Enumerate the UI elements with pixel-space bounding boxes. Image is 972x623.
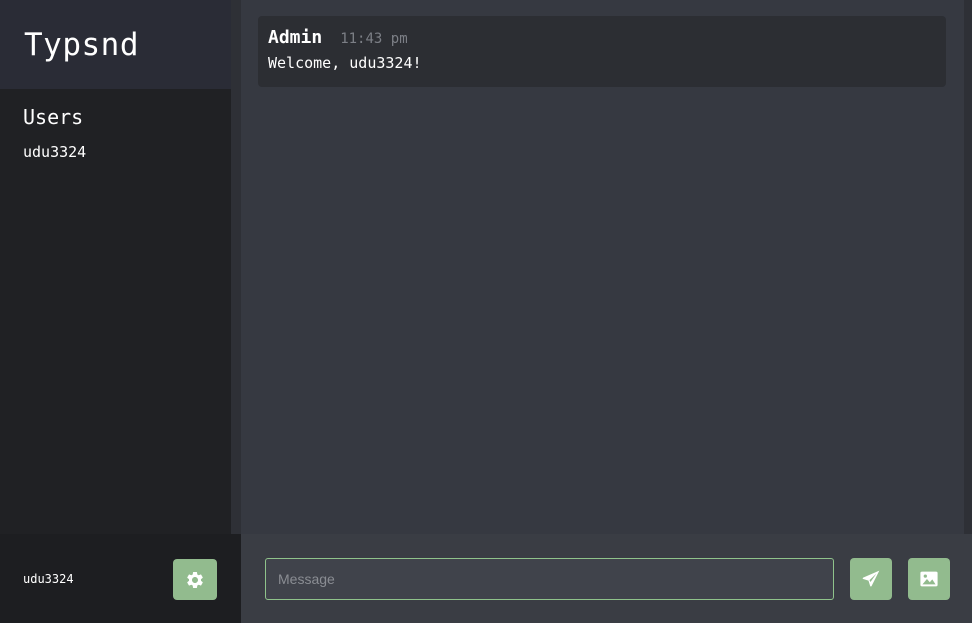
chat-message: Admin 11:43 pm Welcome, udu3324!	[258, 16, 946, 87]
current-user-panel: udu3324	[0, 534, 241, 623]
image-icon	[919, 570, 939, 588]
sidebar-divider	[231, 0, 241, 534]
sidebar: Typsnd Users udu3324	[0, 0, 231, 534]
gear-icon	[185, 570, 205, 590]
send-button[interactable]	[850, 558, 892, 600]
message-timestamp: 11:43 pm	[340, 31, 408, 47]
message-composer	[241, 534, 972, 623]
chat-messages-area[interactable]: Admin 11:43 pm Welcome, udu3324!	[241, 0, 964, 534]
upload-image-button[interactable]	[908, 558, 950, 600]
app-window: Typsnd Users udu3324 Admin 11:43 pm Welc…	[0, 0, 972, 623]
user-list-item: udu3324	[23, 143, 87, 161]
message-header: Admin 11:43 pm	[268, 27, 936, 48]
user-list: udu3324	[23, 143, 231, 161]
message-author: Admin	[268, 27, 323, 48]
message-input[interactable]	[265, 558, 834, 600]
message-text: Welcome, udu3324!	[268, 54, 422, 72]
paper-plane-icon	[861, 569, 881, 589]
current-username: udu3324	[23, 572, 74, 586]
users-heading: Users	[23, 105, 84, 129]
chat-scrollbar[interactable]	[964, 0, 972, 534]
settings-button[interactable]	[173, 559, 217, 600]
app-title: Typsnd	[24, 26, 139, 63]
brand-header: Typsnd	[0, 0, 231, 89]
